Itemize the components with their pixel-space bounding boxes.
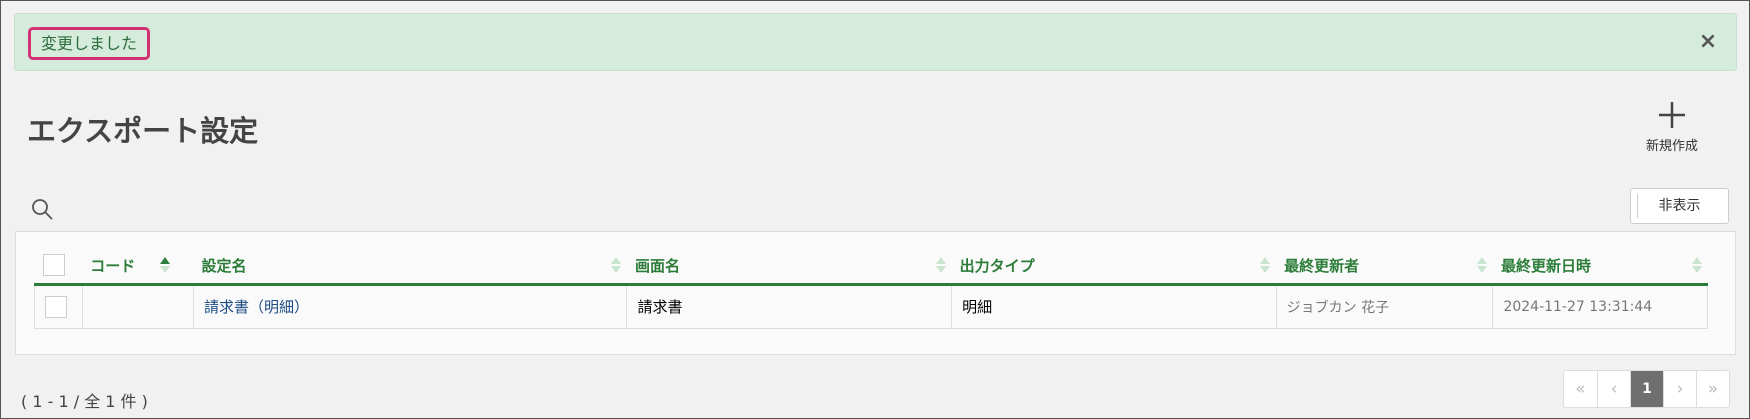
- sort-icon[interactable]: [935, 257, 946, 275]
- screen-cell: 請求書: [626, 283, 953, 329]
- table-header-row: コード 設定名 画面名 出力タイプ 最終更新者 最終更新日時: [34, 248, 1708, 286]
- column-header-output-type[interactable]: 出力タイプ: [951, 248, 1277, 286]
- alert-message: 変更しました: [28, 27, 151, 60]
- code-cell: [81, 283, 194, 329]
- last-page-button[interactable]: »: [1696, 371, 1729, 407]
- name-cell: 請求書（明細）: [192, 283, 628, 329]
- row-checkbox[interactable]: [45, 295, 67, 318]
- sort-icon[interactable]: [1260, 257, 1271, 275]
- sort-icon[interactable]: [1476, 257, 1487, 275]
- export-settings-table: コード 設定名 画面名 出力タイプ 最終更新者 最終更新日時 請求書（明細） 請…: [15, 231, 1736, 355]
- plus-icon: [1659, 102, 1685, 128]
- next-page-button[interactable]: ›: [1663, 371, 1696, 407]
- new-button-label: 新規作成: [1645, 139, 1698, 154]
- sort-icon[interactable]: [1691, 257, 1702, 275]
- pagination-info: ( 1 - 1 / 全 1 件 ): [21, 392, 148, 411]
- page-button-current[interactable]: 1: [1630, 371, 1663, 407]
- table-row[interactable]: 請求書（明細） 請求書 明細 ジョブカン 花子 2024-11-27 13:31…: [34, 283, 1708, 329]
- success-alert: 変更しました ×: [14, 13, 1737, 71]
- select-all-cell: [34, 248, 83, 286]
- new-button[interactable]: 新規作成: [1637, 99, 1707, 154]
- sort-icon[interactable]: [610, 257, 621, 275]
- select-all-checkbox[interactable]: [42, 254, 65, 277]
- output-type-cell: 明細: [951, 283, 1277, 329]
- close-icon[interactable]: ×: [1696, 30, 1720, 54]
- hide-button[interactable]: 非表示: [1630, 188, 1729, 224]
- updated-at-cell: 2024-11-27 13:31:44: [1492, 283, 1708, 329]
- page-title: エクスポート設定: [27, 114, 259, 148]
- updated-by-cell: ジョブカン 花子: [1275, 283, 1494, 329]
- pagination: « ‹ 1 › »: [1563, 370, 1730, 408]
- row-select-cell: [34, 283, 83, 329]
- column-header-name[interactable]: 設定名: [193, 248, 627, 286]
- column-header-code[interactable]: コード: [82, 248, 194, 286]
- first-page-button[interactable]: «: [1564, 371, 1597, 407]
- column-header-updated-at[interactable]: 最終更新日時: [1492, 248, 1708, 286]
- sort-icon[interactable]: [160, 257, 171, 275]
- column-header-screen[interactable]: 画面名: [626, 248, 952, 286]
- prev-page-button[interactable]: ‹: [1597, 371, 1630, 407]
- setting-name-link[interactable]: 請求書（明細）: [204, 298, 309, 316]
- column-header-updated-by[interactable]: 最終更新者: [1276, 248, 1493, 286]
- search-icon[interactable]: [30, 197, 54, 221]
